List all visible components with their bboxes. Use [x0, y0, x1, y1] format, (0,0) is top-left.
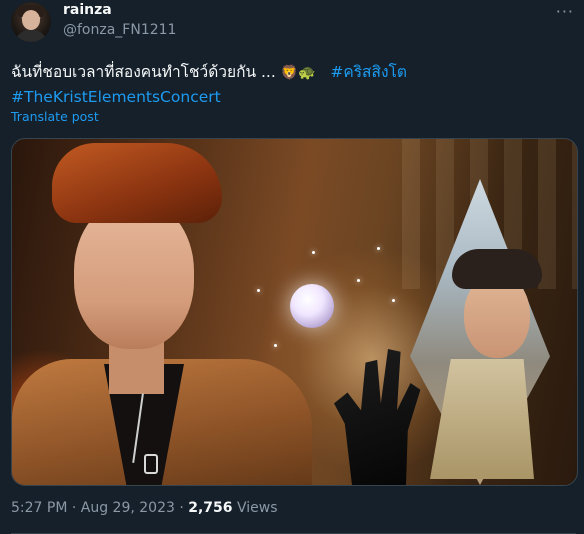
tweet-meta: 5:27 PM · Aug 29, 2023 · 2,756 Views: [11, 500, 278, 516]
glowing-orb: [290, 284, 334, 328]
spark: [392, 299, 395, 302]
more-horizontal-icon[interactable]: ···: [556, 2, 574, 21]
necklace-pendant: [144, 454, 158, 474]
tweet-text: ฉันที่ชอบเวลาที่สองคนทำโชว์ด้วยกัน ... 🦁…: [11, 60, 571, 109]
performer-left: [12, 139, 312, 485]
avatar-face: [22, 10, 40, 30]
lion-emoji-icon: 🦁: [280, 65, 299, 81]
user-handle[interactable]: @fonza_FN1211: [63, 22, 176, 38]
translate-post-link[interactable]: Translate post: [11, 109, 99, 124]
display-name[interactable]: rainza: [63, 2, 112, 18]
views-label: Views: [232, 500, 278, 516]
spark: [377, 247, 380, 250]
performer-hair: [52, 143, 222, 223]
hashtag-link[interactable]: #คริสสิงโต: [330, 63, 407, 81]
hashtag-link[interactable]: #TheKristElementsConcert: [11, 88, 221, 106]
turtle-emoji-icon: 🐢: [298, 65, 316, 81]
spark: [312, 251, 315, 254]
avatar[interactable]: [11, 2, 51, 42]
spark: [357, 279, 360, 282]
performer-right-hair: [452, 249, 542, 289]
spark: [274, 344, 277, 347]
tweet-media-image[interactable]: [11, 138, 578, 486]
views-count: 2,756: [188, 500, 233, 516]
tweet-card: rainza @fonza_FN1211 ··· ฉันที่ชอบเวลาที…: [0, 0, 584, 534]
timestamp-link[interactable]: 5:27 PM · Aug 29, 2023 ·: [11, 500, 188, 516]
avatar-body: [15, 30, 47, 42]
tweet-body: ฉันที่ชอบเวลาที่สองคนทำโชว์ด้วยกัน ...: [11, 63, 281, 81]
spark: [257, 289, 260, 292]
